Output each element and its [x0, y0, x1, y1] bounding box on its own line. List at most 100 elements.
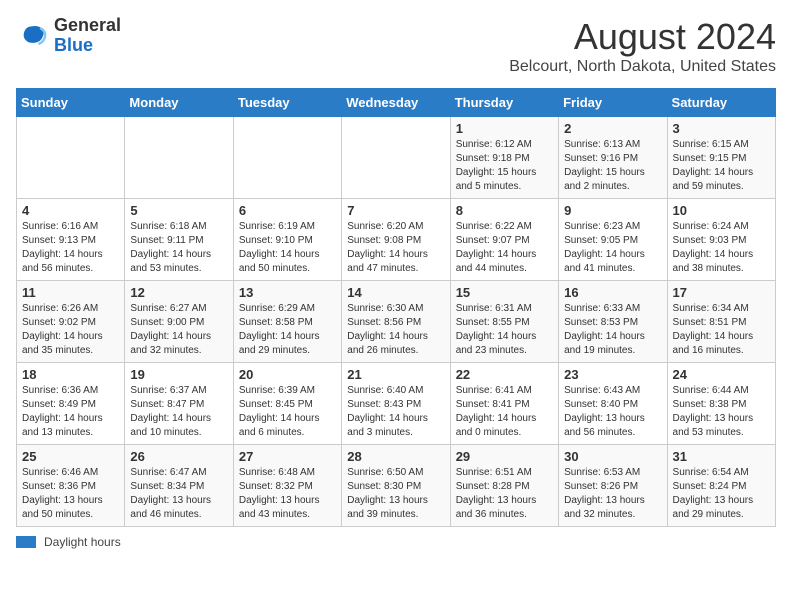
header-day-monday: Monday	[125, 89, 233, 117]
day-info: Sunrise: 6:24 AM Sunset: 9:03 PM Dayligh…	[673, 220, 770, 276]
calendar-cell: 10Sunrise: 6:24 AM Sunset: 9:03 PM Dayli…	[667, 199, 775, 281]
calendar-cell: 2Sunrise: 6:13 AM Sunset: 9:16 PM Daylig…	[559, 117, 667, 199]
calendar-cell: 26 Sunrise: 6:47 AM Sunset: 8:34 PM Dayli…	[125, 445, 233, 527]
day-info: Sunrise: 6:33 AM Sunset: 8:53 PM Dayligh…	[564, 302, 661, 358]
calendar-cell: 8Sunrise: 6:22 AM Sunset: 9:07 PM Daylig…	[450, 199, 558, 281]
day-info: Sunrise: 6:20 AM Sunset: 9:08 PM Dayligh…	[347, 220, 444, 276]
calendar-cell: 28 Sunrise: 6:50 AM Sunset: 8:30 PM Dayli…	[342, 445, 450, 527]
calendar-body: 1 Sunrise: 6:12 AM Sunset: 9:18 PM Daylig…	[17, 117, 776, 527]
header-day-saturday: Saturday	[667, 89, 775, 117]
header-day-wednesday: Wednesday	[342, 89, 450, 117]
calendar-cell: 11 Sunrise: 6:26 AM Sunset: 9:02 PM Dayli…	[17, 281, 125, 363]
month-year: August 2024	[509, 16, 776, 58]
day-number: 17	[673, 285, 770, 300]
calendar-cell: 19 Sunrise: 6:37 AM Sunset: 8:47 PM Dayli…	[125, 363, 233, 445]
day-info: Sunrise: 6:27 AM Sunset: 9:00 PM Dayligh…	[130, 302, 227, 358]
day-number: 23	[564, 367, 661, 382]
header-day-tuesday: Tuesday	[233, 89, 341, 117]
day-info: Sunrise: 6:39 AM Sunset: 8:45 PM Dayligh…	[239, 384, 336, 440]
calendar-cell: 21 Sunrise: 6:40 AM Sunset: 8:43 PM Dayli…	[342, 363, 450, 445]
day-info: Sunrise: 6:40 AM Sunset: 8:43 PM Dayligh…	[347, 384, 444, 440]
day-info: Sunrise: 6:54 AM Sunset: 8:24 PM Dayligh…	[673, 466, 770, 522]
calendar-cell: 27 Sunrise: 6:48 AM Sunset: 8:32 PM Dayli…	[233, 445, 341, 527]
day-number: 26	[130, 449, 227, 464]
day-number: 14	[347, 285, 444, 300]
week-row-5: 25Sunrise: 6:46 AM Sunset: 8:36 PM Dayli…	[17, 445, 776, 527]
calendar-cell: 30Sunrise: 6:53 AM Sunset: 8:26 PM Dayli…	[559, 445, 667, 527]
week-row-3: 11 Sunrise: 6:26 AM Sunset: 9:02 PM Dayli…	[17, 281, 776, 363]
day-info: Sunrise: 6:19 AM Sunset: 9:10 PM Dayligh…	[239, 220, 336, 276]
calendar-cell: 31 Sunrise: 6:54 AM Sunset: 8:24 PM Dayli…	[667, 445, 775, 527]
location: Belcourt, North Dakota, United States	[509, 58, 776, 76]
calendar-cell: 22Sunrise: 6:41 AM Sunset: 8:41 PM Dayli…	[450, 363, 558, 445]
calendar-cell: 18Sunrise: 6:36 AM Sunset: 8:49 PM Dayli…	[17, 363, 125, 445]
calendar-cell: 29Sunrise: 6:51 AM Sunset: 8:28 PM Dayli…	[450, 445, 558, 527]
footer: Daylight hours	[16, 535, 776, 549]
calendar-cell	[233, 117, 341, 199]
calendar-header: SundayMondayTuesdayWednesdayThursdayFrid…	[17, 89, 776, 117]
day-number: 4	[22, 203, 119, 218]
week-row-1: 1 Sunrise: 6:12 AM Sunset: 9:18 PM Daylig…	[17, 117, 776, 199]
calendar-cell: 7 Sunrise: 6:20 AM Sunset: 9:08 PM Daylig…	[342, 199, 450, 281]
day-number: 15	[456, 285, 553, 300]
day-number: 11	[22, 285, 119, 300]
day-number: 24	[673, 367, 770, 382]
legend-color-box	[16, 536, 36, 548]
day-info: Sunrise: 6:44 AM Sunset: 8:38 PM Dayligh…	[673, 384, 770, 440]
calendar-cell: 14 Sunrise: 6:30 AM Sunset: 8:56 PM Dayli…	[342, 281, 450, 363]
day-info: Sunrise: 6:18 AM Sunset: 9:11 PM Dayligh…	[130, 220, 227, 276]
calendar-cell: 5 Sunrise: 6:18 AM Sunset: 9:11 PM Daylig…	[125, 199, 233, 281]
day-info: Sunrise: 6:51 AM Sunset: 8:28 PM Dayligh…	[456, 466, 553, 522]
day-info: Sunrise: 6:29 AM Sunset: 8:58 PM Dayligh…	[239, 302, 336, 358]
calendar-cell	[125, 117, 233, 199]
day-number: 27	[239, 449, 336, 464]
day-info: Sunrise: 6:53 AM Sunset: 8:26 PM Dayligh…	[564, 466, 661, 522]
day-info: Sunrise: 6:36 AM Sunset: 8:49 PM Dayligh…	[22, 384, 119, 440]
calendar-cell: 15 Sunrise: 6:31 AM Sunset: 8:55 PM Dayli…	[450, 281, 558, 363]
day-info: Sunrise: 6:15 AM Sunset: 9:15 PM Dayligh…	[673, 138, 770, 194]
day-number: 5	[130, 203, 227, 218]
calendar-cell: 23 Sunrise: 6:43 AM Sunset: 8:40 PM Dayli…	[559, 363, 667, 445]
day-number: 28	[347, 449, 444, 464]
day-info: Sunrise: 6:16 AM Sunset: 9:13 PM Dayligh…	[22, 220, 119, 276]
day-number: 25	[22, 449, 119, 464]
day-info: Sunrise: 6:12 AM Sunset: 9:18 PM Dayligh…	[456, 138, 553, 194]
day-number: 22	[456, 367, 553, 382]
day-info: Sunrise: 6:26 AM Sunset: 9:02 PM Dayligh…	[22, 302, 119, 358]
day-number: 7	[347, 203, 444, 218]
day-number: 13	[239, 285, 336, 300]
day-info: Sunrise: 6:31 AM Sunset: 8:55 PM Dayligh…	[456, 302, 553, 358]
day-number: 21	[347, 367, 444, 382]
calendar-cell: 24 Sunrise: 6:44 AM Sunset: 8:38 PM Dayli…	[667, 363, 775, 445]
header-row: SundayMondayTuesdayWednesdayThursdayFrid…	[17, 89, 776, 117]
day-info: Sunrise: 6:50 AM Sunset: 8:30 PM Dayligh…	[347, 466, 444, 522]
calendar-cell	[17, 117, 125, 199]
day-info: Sunrise: 6:34 AM Sunset: 8:51 PM Dayligh…	[673, 302, 770, 358]
day-number: 3	[673, 121, 770, 136]
calendar-cell: 9 Sunrise: 6:23 AM Sunset: 9:05 PM Daylig…	[559, 199, 667, 281]
week-row-4: 18Sunrise: 6:36 AM Sunset: 8:49 PM Dayli…	[17, 363, 776, 445]
calendar-cell: 17 Sunrise: 6:34 AM Sunset: 8:51 PM Dayli…	[667, 281, 775, 363]
title-block: August 2024 Belcourt, North Dakota, Unit…	[509, 16, 776, 76]
logo: General Blue	[16, 16, 121, 56]
day-number: 19	[130, 367, 227, 382]
day-info: Sunrise: 6:48 AM Sunset: 8:32 PM Dayligh…	[239, 466, 336, 522]
logo-icon	[16, 20, 48, 52]
day-info: Sunrise: 6:23 AM Sunset: 9:05 PM Dayligh…	[564, 220, 661, 276]
calendar-cell: 3 Sunrise: 6:15 AM Sunset: 9:15 PM Daylig…	[667, 117, 775, 199]
day-info: Sunrise: 6:37 AM Sunset: 8:47 PM Dayligh…	[130, 384, 227, 440]
logo-text: General Blue	[54, 16, 121, 56]
day-info: Sunrise: 6:47 AM Sunset: 8:34 PM Dayligh…	[130, 466, 227, 522]
calendar-cell: 12Sunrise: 6:27 AM Sunset: 9:00 PM Dayli…	[125, 281, 233, 363]
day-info: Sunrise: 6:30 AM Sunset: 8:56 PM Dayligh…	[347, 302, 444, 358]
calendar-cell: 1 Sunrise: 6:12 AM Sunset: 9:18 PM Daylig…	[450, 117, 558, 199]
day-info: Sunrise: 6:43 AM Sunset: 8:40 PM Dayligh…	[564, 384, 661, 440]
day-number: 20	[239, 367, 336, 382]
day-number: 1	[456, 121, 553, 136]
day-number: 8	[456, 203, 553, 218]
day-number: 31	[673, 449, 770, 464]
page-header: General Blue August 2024 Belcourt, North…	[16, 16, 776, 76]
day-number: 6	[239, 203, 336, 218]
day-number: 9	[564, 203, 661, 218]
day-number: 16	[564, 285, 661, 300]
